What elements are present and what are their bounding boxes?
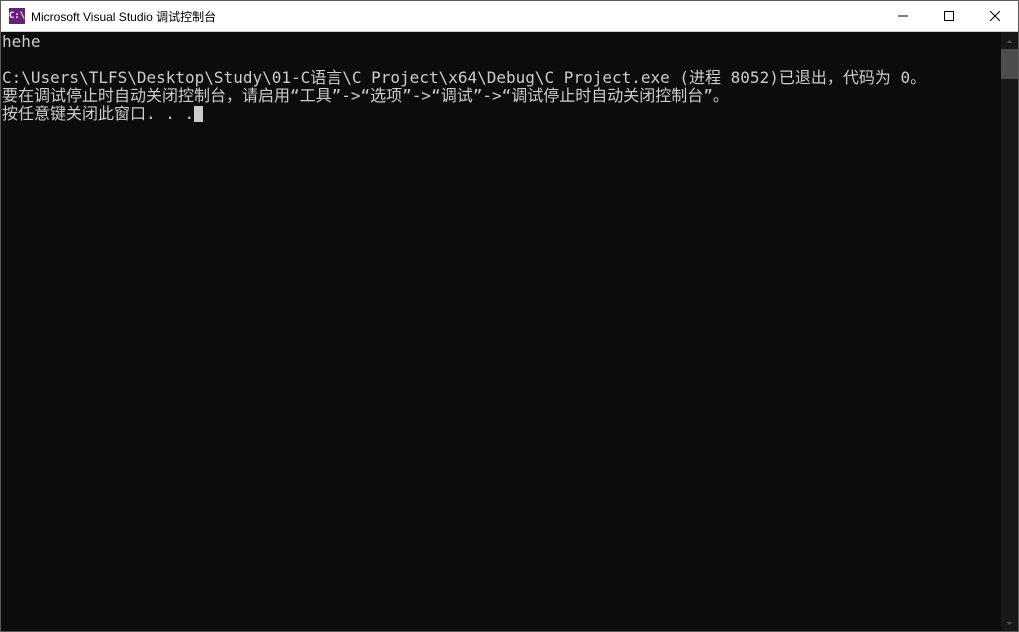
console-line: 按任意键关闭此窗口. . .: [2, 104, 194, 123]
console-output[interactable]: hehe C:\Users\TLFS\Desktop\Study\01-C语言\…: [1, 32, 1001, 631]
minimize-button[interactable]: [880, 1, 926, 31]
chevron-down-icon: [1006, 614, 1013, 632]
maximize-button[interactable]: [926, 1, 972, 31]
minimize-icon: [898, 9, 908, 24]
console-line: 要在调试停止时自动关闭控制台，请启用“工具”->“选项”->“调试”->“调试停…: [2, 86, 729, 105]
text-cursor: [194, 106, 203, 122]
scroll-down-button[interactable]: [1001, 614, 1018, 631]
vertical-scrollbar[interactable]: [1001, 32, 1018, 631]
window-controls: [880, 1, 1018, 31]
console-line: C:\Users\TLFS\Desktop\Study\01-C语言\C Pro…: [2, 68, 926, 87]
scrollbar-thumb[interactable]: [1001, 49, 1018, 79]
close-icon: [990, 9, 1000, 24]
app-icon: C:\: [9, 8, 25, 24]
titlebar: C:\ Microsoft Visual Studio 调试控制台: [1, 1, 1018, 32]
chevron-up-icon: [1006, 32, 1013, 50]
scroll-up-button[interactable]: [1001, 32, 1018, 49]
close-button[interactable]: [972, 1, 1018, 31]
window-title: Microsoft Visual Studio 调试控制台: [31, 8, 880, 25]
maximize-icon: [944, 9, 954, 24]
console-wrap: hehe C:\Users\TLFS\Desktop\Study\01-C语言\…: [1, 32, 1018, 631]
console-line: hehe: [2, 32, 41, 51]
